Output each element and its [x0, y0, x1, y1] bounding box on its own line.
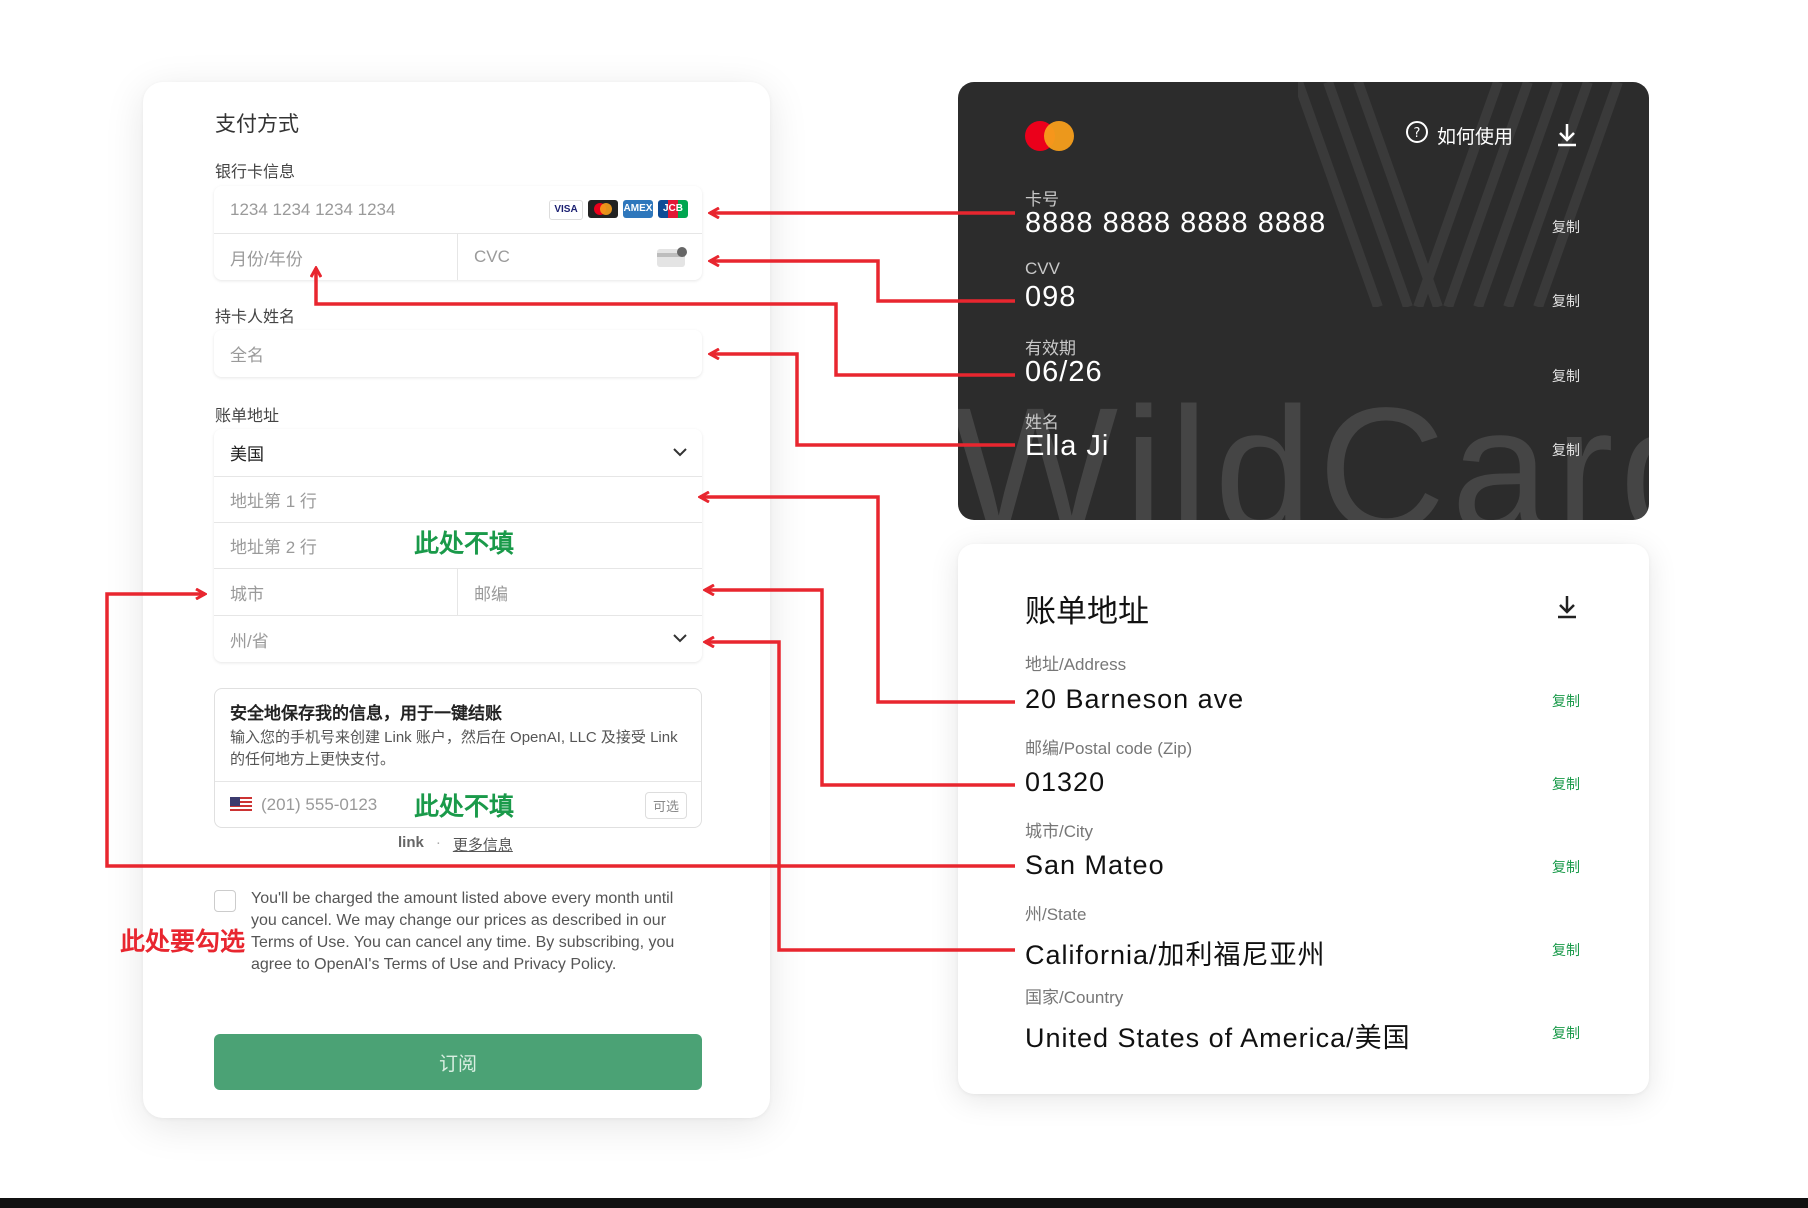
cardholder-label: 持卡人姓名 — [215, 309, 296, 326]
phone-placeholder: (201) 555-0123 — [261, 795, 378, 814]
copy-expiry-button[interactable]: 复制 — [1552, 366, 1580, 386]
zip-label: 邮编/Postal code (Zip) — [1025, 739, 1193, 758]
payment-form-card: 支付方式 银行卡信息 1234 1234 1234 1234 VISA AMEX… — [143, 82, 770, 1118]
subscribe-button[interactable]: 订阅 — [214, 1034, 702, 1090]
svg-text:?: ? — [1414, 126, 1421, 141]
card-number-placeholder: 1234 1234 1234 1234 — [230, 199, 396, 219]
city-placeholder: 城市 — [230, 584, 264, 604]
state-value: California/加利福尼亚州 — [1025, 940, 1326, 970]
country-value: United States of America/美国 — [1025, 1023, 1411, 1053]
copy-zip-button[interactable]: 复制 — [1552, 774, 1580, 794]
card-brand-icons: VISA AMEX JCB — [544, 200, 688, 220]
cvv-label: CVV — [1025, 259, 1060, 278]
country-label: 国家/Country — [1025, 988, 1124, 1007]
how-to-use-button[interactable]: ? 如何使用 — [1405, 120, 1513, 150]
address-line1-placeholder: 地址第 1 行 — [230, 492, 317, 511]
city-input[interactable]: 城市 — [214, 568, 458, 615]
download-icon[interactable] — [1555, 122, 1579, 153]
copy-card-number-button[interactable]: 复制 — [1552, 217, 1580, 237]
country-select[interactable]: 美国 — [214, 429, 702, 476]
cvc-input[interactable]: CVC — [458, 233, 702, 280]
state-label: 州/State — [1025, 905, 1087, 924]
fullname-group: 全名 — [214, 330, 702, 377]
must-check-note: 此处要勾选 — [120, 927, 246, 956]
state-placeholder: 州/省 — [230, 631, 269, 651]
name-value: Ella Ji — [1025, 430, 1110, 462]
more-info-link[interactable]: 更多信息 — [453, 834, 513, 855]
card-number-input[interactable]: 1234 1234 1234 1234 VISA AMEX JCB — [214, 186, 702, 233]
skip-address2-note: 此处不填 — [414, 529, 515, 558]
fullname-input[interactable]: 全名 — [214, 330, 702, 377]
save-info-title: 安全地保存我的信息，用于一键结账 — [230, 704, 502, 723]
cvc-card-icon — [656, 246, 688, 273]
cvc-placeholder: CVC — [474, 247, 510, 266]
address-label: 地址/Address — [1025, 655, 1127, 674]
link-logo: link — [398, 834, 424, 851]
card-number-value: 8888 8888 8888 8888 — [1025, 207, 1327, 239]
copy-city-button[interactable]: 复制 — [1552, 857, 1580, 877]
copy-state-button[interactable]: 复制 — [1552, 940, 1580, 960]
expiry-input[interactable]: 月份/年份 — [214, 233, 458, 280]
copy-cvv-button[interactable]: 复制 — [1552, 291, 1580, 311]
how-to-use-label: 如何使用 — [1437, 126, 1514, 148]
city-label: 城市/City — [1025, 822, 1093, 841]
jcb-icon: JCB — [658, 200, 688, 218]
expiry-placeholder: 月份/年份 — [230, 249, 303, 269]
billing-address-card: 账单地址 地址/Address 20 Barneson ave 复制 邮编/Po… — [958, 544, 1649, 1094]
amex-icon: AMEX — [623, 200, 653, 218]
copy-country-button[interactable]: 复制 — [1552, 1023, 1580, 1043]
link-footer: link · 更多信息 — [398, 834, 513, 855]
city-value: San Mateo — [1025, 850, 1165, 880]
chevron-down-icon — [672, 444, 688, 462]
terms-checkbox[interactable] — [214, 890, 236, 912]
address-card-title: 账单地址 — [1025, 594, 1149, 629]
link-separator: · — [435, 834, 441, 851]
download-icon[interactable] — [1555, 594, 1579, 625]
address-line1-input[interactable]: 地址第 1 行 — [214, 476, 702, 522]
state-select[interactable]: 州/省 — [214, 615, 702, 662]
optional-badge: 可选 — [644, 792, 687, 819]
cvv-value: 098 — [1025, 281, 1077, 313]
virtual-card: WildCard ? 如何使用 卡号 8888 8888 8888 8888 复… — [958, 82, 1649, 520]
mastercard-icon — [588, 200, 618, 218]
chevron-down-icon — [672, 630, 688, 648]
card-info-label: 银行卡信息 — [215, 164, 296, 181]
zip-input[interactable]: 邮编 — [458, 568, 702, 615]
skip-phone-note: 此处不填 — [414, 792, 515, 821]
mastercard-logo — [1024, 120, 1076, 157]
copy-name-button[interactable]: 复制 — [1552, 440, 1580, 460]
address-value: 20 Barneson ave — [1025, 684, 1245, 714]
card-stripe-decoration — [1298, 82, 1623, 307]
save-info-description: 输入您的手机号来创建 Link 账户，然后在 OpenAI, LLC 及接受 L… — [230, 729, 678, 768]
fullname-placeholder: 全名 — [230, 346, 264, 365]
zip-value: 01320 — [1025, 767, 1106, 797]
help-circle-icon: ? — [1405, 120, 1429, 150]
card-info-group: 1234 1234 1234 1234 VISA AMEX JCB 月份/年份 … — [214, 186, 702, 280]
payment-method-title: 支付方式 — [215, 113, 299, 136]
terms-text: You'll be charged the amount listed abov… — [251, 890, 675, 973]
zip-placeholder: 邮编 — [474, 584, 508, 604]
address-line2-placeholder: 地址第 2 行 — [230, 538, 317, 557]
copy-address-button[interactable]: 复制 — [1552, 691, 1580, 711]
country-value: 美国 — [230, 445, 264, 464]
us-flag-icon — [230, 797, 252, 818]
expiry-value: 06/26 — [1025, 356, 1103, 388]
visa-icon: VISA — [549, 200, 583, 220]
billing-address-label: 账单地址 — [215, 408, 280, 425]
bottom-border-bar — [0, 1198, 1808, 1208]
